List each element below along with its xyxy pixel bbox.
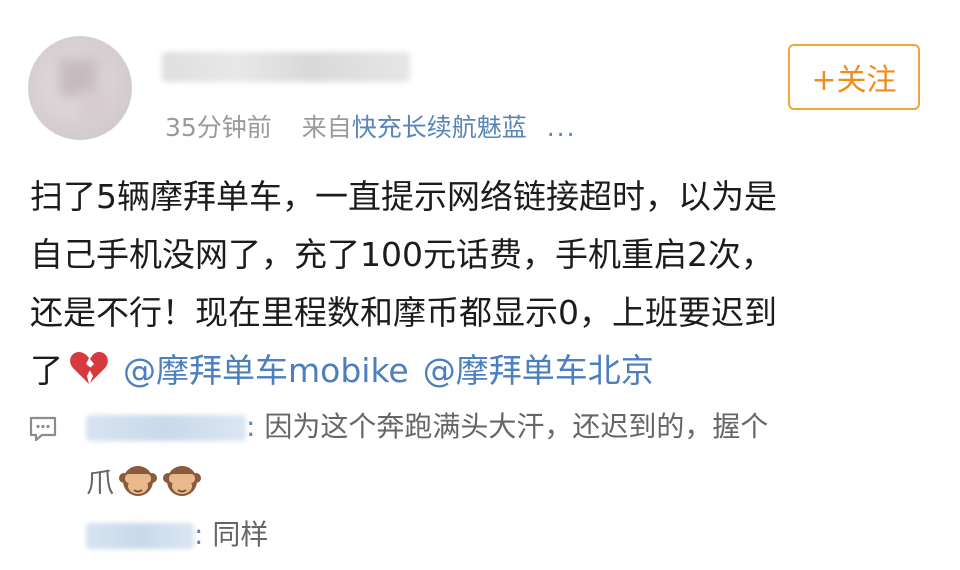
see-no-evil-monkey-icon [162,460,202,514]
reply-user-1-blurred[interactable] [86,415,246,441]
broken-heart-icon [69,346,109,404]
post-meta: 35分钟前 来自快充长续航魅蓝 ... [165,108,577,144]
comment-icon[interactable] [28,414,58,448]
source-device-link[interactable]: 快充长续航魅蓝 [352,113,527,142]
post-line-4: 了 @摩拜单车mobike @摩拜单车北京 [30,342,930,404]
reply-item-2: : 同样 [86,512,268,558]
reply-item-1-cont: 爪 [86,460,202,514]
more-menu[interactable]: ... [547,113,577,142]
post-line-3: 还是不行！现在里程数和摩币都显示0，上班要迟到 [30,293,777,332]
reply-text-1-cont: 爪 [86,466,115,499]
follow-button[interactable]: +关注 [788,44,920,110]
post-line-4-text: 了 [30,351,63,390]
post-time: 35分钟前 [165,113,272,142]
post-line-1: 扫了5辆摩拜单车，一直提示网络链接超时，以为是 [30,177,777,216]
mention-mobike-beijing[interactable]: @摩拜单车北京 [423,351,654,390]
user-avatar[interactable] [28,36,132,140]
reply-text-1: 因为这个奔跑满头大汗，还迟到的，握个 [255,410,769,443]
username-blurred[interactable] [162,52,410,82]
reply-text-2: 同样 [203,518,269,551]
post-line-2: 自己手机没网了，充了100元话费，手机重启2次， [30,235,774,274]
see-no-evil-monkey-icon [118,460,158,514]
reply-item-1: : 因为这个奔跑满头大汗，还迟到的，握个 [86,404,926,450]
mention-mobike[interactable]: @摩拜单车mobike [123,351,409,390]
post-body: 扫了5辆摩拜单车，一直提示网络链接超时，以为是 自己手机没网了，充了100元话费… [30,168,930,404]
reply-user-2-blurred[interactable] [86,523,194,549]
source-prefix: 来自 [301,113,352,142]
